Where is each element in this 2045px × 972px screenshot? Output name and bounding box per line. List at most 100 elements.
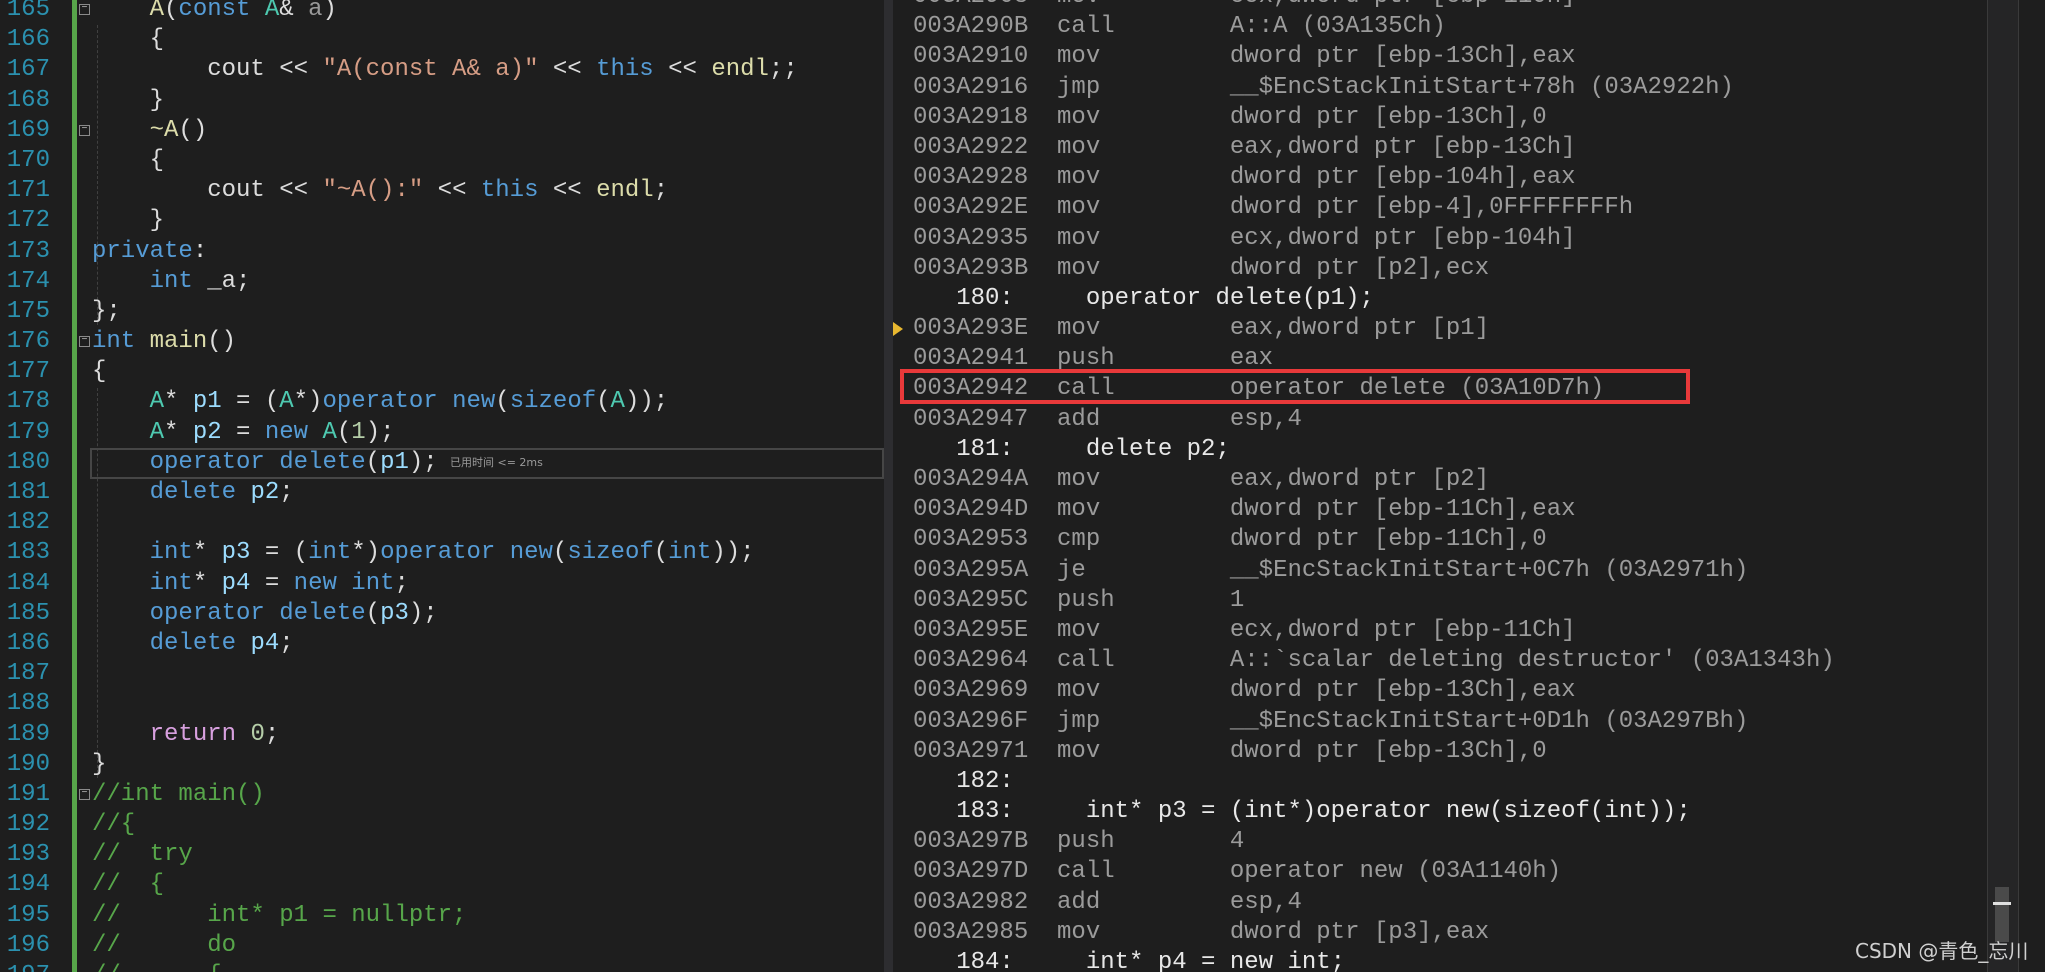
code-line[interactable]: 175}; [0,297,884,327]
code-line[interactable]: 171 cout << "~A():" << this << endl; [0,176,884,206]
code-line[interactable]: 176 − int main() [0,327,884,357]
disassembly-scrollbar[interactable] [1987,0,2019,972]
collapse-icon[interactable]: − [79,788,90,800]
line-number: 174 [6,267,50,295]
code-line[interactable]: 191 −//int main() [0,780,884,810]
code-token-variable: p2 [192,418,222,446]
instruction-mnemonic: mov [1057,164,1230,192]
instruction-row[interactable]: 003A2971 mov dword ptr [ebp-13Ch],0 [893,737,2045,767]
instruction-row[interactable]: 003A290B call A::A (03A135Ch) [893,12,2045,42]
instruction-address: 003A295A [913,556,1058,584]
code-token-comment: // int* p1 = nullptr; [92,901,467,929]
source-line-number: 183: [913,798,1086,826]
instruction-row[interactable]: 003A2982 add esp,4 [893,888,2045,918]
code-line[interactable]: 180 operator delete(p1); 已用时间 <= 2ms [0,448,884,478]
instruction-row[interactable]: 003A2918 mov dword ptr [ebp-13Ch],0 [893,103,2045,133]
code-line[interactable]: 197 // { [0,961,884,972]
code-line[interactable]: 193 // try [0,840,884,870]
instruction-row[interactable]: 003A2910 mov dword ptr [ebp-13Ch],eax [893,42,2045,72]
source-line-row[interactable]: 180: operator delete(p1); [893,284,2045,314]
code-line[interactable]: 188 [0,689,884,719]
scrollbar-thumb[interactable] [1995,887,2009,942]
instruction-row[interactable]: 003A2964 call A::`scalar deleting destru… [893,646,2045,676]
code-line[interactable]: 179 A* p2 = new A(1); [0,418,884,448]
instruction-row[interactable]: 003A2935 mov ecx,dword ptr [ebp-104h] [893,224,2045,254]
disassembly-window[interactable]: 003A2908 mov ecx,dword ptr [ebp-110h]003… [893,0,2045,972]
line-number: 194 [6,871,50,899]
instruction-row[interactable]: 003A293E mov eax,dword ptr [p1] [893,314,2045,344]
instruction-row[interactable]: 003A293B mov dword ptr [p2],ecx [893,254,2045,284]
instruction-row[interactable]: 003A296F jmp __$EncStackInitStart+0D1h (… [893,707,2045,737]
source-line-row[interactable]: 182: [893,767,2045,797]
code-token-plain: : [192,237,208,265]
code-line[interactable]: 196 // do [0,931,884,961]
code-line[interactable]: 183 int* p3 = (int*)operator new(sizeof(… [0,538,884,568]
code-token-keyword: int [149,569,193,597]
instruction-row[interactable]: 003A294A mov eax,dword ptr [p2] [893,465,2045,495]
disassembly-rows: 003A2908 mov ecx,dword ptr [ebp-110h]003… [893,0,2045,972]
code-text: int* p4 = new int; [92,569,409,599]
instruction-address: 003A295C [913,586,1058,614]
instruction-row[interactable]: 003A2922 mov eax,dword ptr [ebp-13Ch] [893,133,2045,163]
instruction-mnemonic: mov [1057,496,1230,524]
pane-splitter[interactable] [884,0,893,972]
code-line[interactable]: 173 private: [0,237,884,267]
instruction-address: 003A2982 [913,888,1058,916]
code-token-plain: cout << [92,177,323,205]
instruction-row[interactable]: 003A2928 mov dword ptr [ebp-104h],eax [893,163,2045,193]
instruction-mnemonic: add [1057,405,1230,433]
instruction-row[interactable]: 003A295C push 1 [893,586,2045,616]
instruction-address: 003A293B [913,254,1058,282]
code-text: cout << "~A():" << this << endl; [92,176,668,206]
code-line[interactable]: 184 int* p4 = new int; [0,569,884,599]
instruction-row[interactable]: 003A2953 cmp dword ptr [ebp-11Ch],0 [893,525,2045,555]
scroll-position-marker [1993,902,2011,905]
collapse-icon[interactable]: − [79,124,90,136]
code-line[interactable]: 177 { [0,357,884,387]
instruction-row[interactable]: 003A297D call operator new (03A1140h) [893,857,2045,887]
code-line[interactable]: 187 [0,659,884,689]
instruction-row[interactable]: 003A2969 mov dword ptr [ebp-13Ch],eax [893,676,2045,706]
instruction-row[interactable]: 003A2947 add esp,4 [893,405,2045,435]
code-line[interactable]: 195 // int* p1 = nullptr; [0,901,884,931]
instruction-operands: 4 [1229,828,1245,856]
collapse-icon[interactable]: − [79,336,90,348]
instruction-row[interactable]: 003A292E mov dword ptr [ebp-4],0FFFFFFFF… [893,193,2045,223]
source-line-row[interactable]: 183: int* p3 = (int*)operator new(sizeof… [893,797,2045,827]
code-token-function: endl [711,56,769,84]
instruction-row[interactable]: 003A294D mov dword ptr [ebp-11Ch],eax [893,495,2045,525]
code-token-plain: ; [264,720,280,748]
instruction-row[interactable]: 003A295A je __$EncStackInitStart+0C7h (0… [893,556,2045,586]
code-line[interactable]: 194 // { [0,870,884,900]
code-line[interactable]: 168 } [0,86,884,116]
code-line[interactable]: 186 delete p4; [0,629,884,659]
code-line[interactable]: 172 } [0,206,884,236]
code-line[interactable]: 192 //{ [0,810,884,840]
instruction-operands: esp,4 [1229,888,1302,916]
code-token-string: "~A():" [322,177,424,205]
code-line[interactable]: 167 cout << "A(const A& a)" << this << e… [0,55,884,85]
code-line[interactable]: 165− A(const A& a) [0,0,884,25]
instruction-row[interactable]: 003A295E mov ecx,dword ptr [ebp-11Ch] [893,616,2045,646]
code-token-plain: ) [322,0,337,23]
code-line[interactable]: 166 { [0,25,884,55]
code-line[interactable]: 169 − ~A() [0,116,884,146]
code-line[interactable]: 185 operator delete(p3); [0,599,884,629]
instruction-operands: dword ptr [ebp-13Ch],0 [1229,737,1547,765]
code-line[interactable]: 181 delete p2; [0,478,884,508]
code-editor[interactable]: 165− A(const A& a) 166 {167 cout << "A(co… [0,0,884,972]
collapse-icon[interactable]: − [79,4,90,15]
code-line[interactable]: 178 A* p1 = (A*)operator new(sizeof(A)); [0,387,884,417]
code-line[interactable]: 182 [0,508,884,538]
code-line[interactable]: 174 int _a; [0,267,884,297]
source-code: int* p4 = new int; [1085,949,1346,972]
line-number: 182 [6,509,50,537]
instruction-row[interactable]: 003A297B push 4 [893,827,2045,857]
source-line-row[interactable]: 181: delete p2; [893,435,2045,465]
code-line[interactable]: 189 return 0; [0,720,884,750]
code-line[interactable]: 190} [0,750,884,780]
instruction-row[interactable]: 003A2908 mov ecx,dword ptr [ebp-110h] [893,0,2045,12]
instruction-row[interactable]: 003A2916 jmp __$EncStackInitStart+78h (0… [893,73,2045,103]
code-line[interactable]: 170 { [0,146,884,176]
